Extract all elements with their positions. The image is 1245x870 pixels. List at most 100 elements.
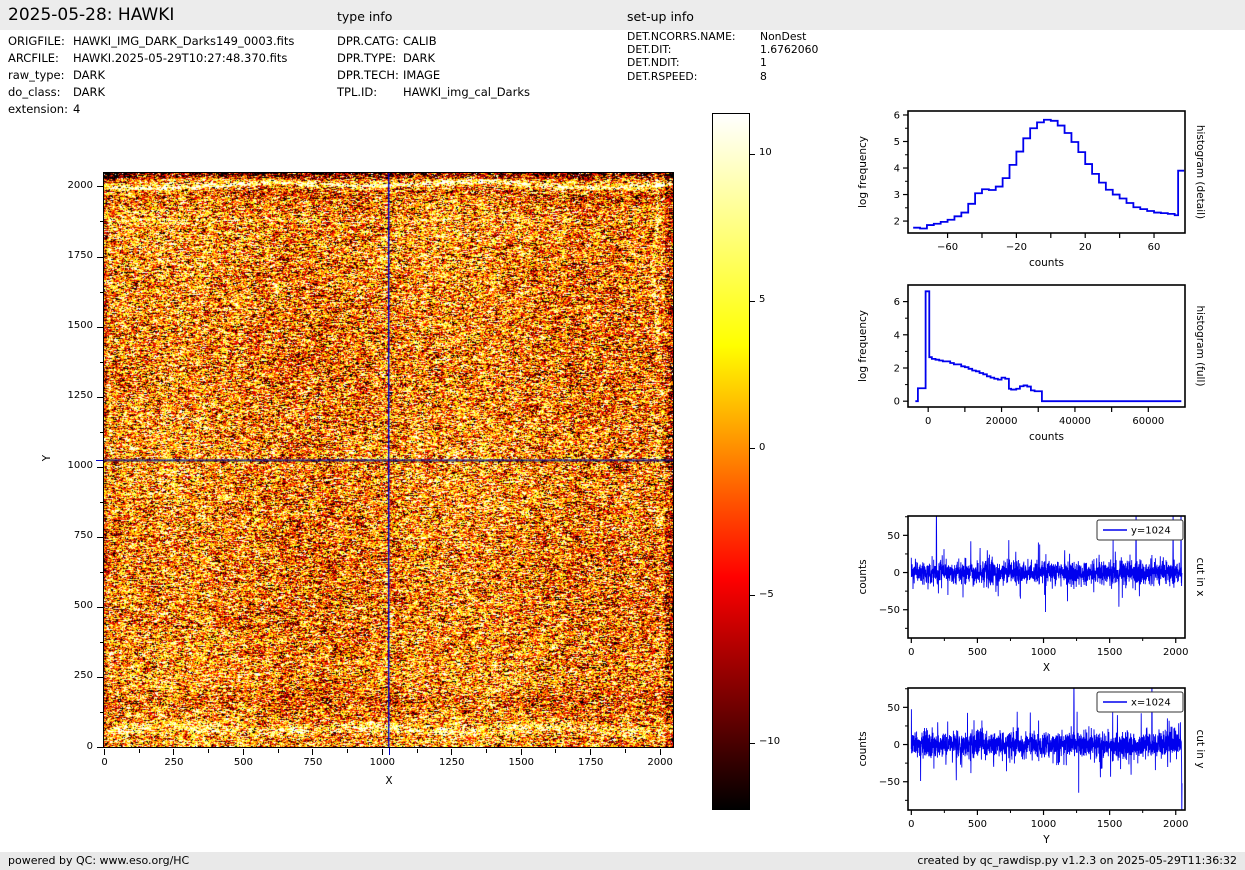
cut_in_x-right-label: cut in x <box>1194 557 1206 596</box>
y-axis-tick <box>97 466 103 468</box>
x-axis-tick-label: 1250 <box>439 757 465 768</box>
colorbar <box>712 113 750 810</box>
file-info-row: extension: 4 <box>8 101 294 118</box>
dpr-tech-label: DPR.TECH: <box>337 68 399 82</box>
svg-text:60000: 60000 <box>1132 416 1164 427</box>
svg-text:0: 0 <box>894 568 900 579</box>
x-axis-tick-label: 0 <box>101 757 108 768</box>
cut_in_y-right-label: cut in y <box>1194 729 1206 768</box>
x-axis-tick-label: 1750 <box>577 757 604 768</box>
svg-text:20: 20 <box>1079 242 1092 253</box>
dit-label: DET.DIT: <box>627 43 672 57</box>
y-axis-tick <box>97 606 103 608</box>
y-axis-tick-label: 250 <box>73 670 93 682</box>
colorbar-tick <box>749 742 755 744</box>
svg-text:2: 2 <box>894 217 900 228</box>
y-axis-tick <box>97 747 103 748</box>
y-axis-minor-tick <box>99 291 103 293</box>
setup-info-row: DET.NCORRS.NAME: NonDest <box>627 30 818 43</box>
y-axis-tick <box>97 536 103 538</box>
dit-value: 1.6762060 <box>760 43 819 57</box>
histogram-detail-chart: −60 −20 20 6023456countslog frequency histog… <box>857 110 1206 269</box>
x-axis-tick <box>451 749 453 755</box>
setup-info-row: DET.RSPEED: 8 <box>627 70 818 83</box>
svg-text:−50: −50 <box>879 605 900 616</box>
histogram_detail-right-label: histogram (detail) <box>1194 125 1206 219</box>
rawtype-value: DARK <box>73 68 106 82</box>
file-info-row: raw_type: DARK <box>8 67 294 84</box>
svg-text:2000: 2000 <box>1163 819 1188 830</box>
type-info-block: DPR.CATG: CALIB DPR.TYPE: DARK DPR.TECH: IM… <box>337 33 530 101</box>
colorbar-tick-label: −10 <box>759 736 781 748</box>
svg-text:60: 60 <box>1148 242 1161 253</box>
svg-text:50: 50 <box>887 703 900 714</box>
x-axis-minor-tick <box>486 749 488 753</box>
colorbar-tick <box>749 595 755 597</box>
y-axis-minor-tick <box>99 501 103 503</box>
svg-text:−50: −50 <box>879 777 900 788</box>
qc-rawdisp-page: 2025-05-28: HAWKI type info set-up info … <box>0 0 1245 870</box>
y-axis-tick-label: 1250 <box>67 390 93 402</box>
x-axis-minor-tick <box>138 749 140 753</box>
svg-text:2000: 2000 <box>1163 647 1188 658</box>
crosshair-x-stub <box>388 748 390 755</box>
doclass-label: do_class: <box>8 85 61 99</box>
arcfile-label: ARCFILE: <box>8 51 59 65</box>
ncorrs-label: DET.NCORRS.NAME: <box>627 30 736 43</box>
rspeed-label: DET.RSPEED: <box>627 69 698 83</box>
cut_in_x-ylabel: counts <box>857 559 869 594</box>
header-bar: 2025-05-28: HAWKI type info set-up info <box>0 0 1245 30</box>
x-axis-tick <box>312 749 314 755</box>
histogram_detail-series <box>913 118 1185 230</box>
extension-value: 4 <box>73 102 81 116</box>
x-axis-tick <box>242 749 244 755</box>
cut_in_y-legend-label: x=1024 <box>1131 698 1171 709</box>
colorbar-tick-label: 5 <box>759 294 766 306</box>
origfile-value: HAWKI_IMG_DARK_Darks149_0003.fits <box>73 34 295 48</box>
svg-text:500: 500 <box>968 647 987 658</box>
x-axis-tick <box>173 749 175 755</box>
svg-text:3: 3 <box>894 190 900 201</box>
detector-x-axis-label: X <box>385 775 393 787</box>
crosshair-y-stub <box>96 460 103 462</box>
cut-in-y-chart: 0 500 1000 1500 2000 −50 0 50 Ycounts cut in y x=1… <box>857 687 1206 846</box>
svg-text:2: 2 <box>894 363 900 374</box>
histogram_full-right-label: histogram (full) <box>1194 306 1206 387</box>
ndit-label: DET.NDIT: <box>627 56 680 70</box>
setup-info-row: DET.DIT: 1.6762060 <box>627 43 818 56</box>
type-info-heading: type info <box>337 9 393 24</box>
setup-info-heading: set-up info <box>627 9 694 24</box>
cut_in_x-legend-label: y=1024 <box>1131 526 1171 537</box>
y-axis-tick-label: 1000 <box>67 460 93 472</box>
svg-text:5: 5 <box>894 137 900 148</box>
histogram_detail-axes <box>907 110 1186 234</box>
x-axis-minor-tick <box>208 749 210 753</box>
y-axis-tick <box>97 256 103 258</box>
svg-text:6: 6 <box>894 110 900 121</box>
y-axis-tick-label: 750 <box>73 530 93 542</box>
x-axis-tick <box>520 749 522 755</box>
type-info-row: DPR.TECH: IMAGE <box>337 67 530 84</box>
svg-text:−20: −20 <box>1006 242 1027 253</box>
setup-info-block: DET.NCORRS.NAME: NonDest DET.DIT: 1.676206… <box>627 30 818 83</box>
x-axis-tick-label: 500 <box>233 757 253 768</box>
x-axis-tick-label: 1500 <box>508 757 534 768</box>
svg-text:1500: 1500 <box>1097 819 1122 830</box>
svg-text:1000: 1000 <box>1031 647 1056 658</box>
y-axis-minor-tick <box>99 361 103 363</box>
x-axis-tick-label: 750 <box>303 757 323 768</box>
x-axis-tick-label: 1000 <box>369 757 396 768</box>
extension-label: extension: <box>8 102 68 116</box>
ndit-value: 1 <box>760 56 767 70</box>
file-info-row: do_class: DARK <box>8 84 294 101</box>
type-info-row: DPR.TYPE: DARK <box>337 50 530 67</box>
dpr-type-label: DPR.TYPE: <box>337 51 397 65</box>
svg-text:20000: 20000 <box>986 416 1018 427</box>
x-axis-tick-label: 2000 <box>647 757 673 768</box>
file-info-row: ARCFILE: HAWKI.2025-05-29T10:27:48.370.fi… <box>8 50 294 67</box>
y-axis-tick-label: 1750 <box>67 250 93 262</box>
cut_in_x-series <box>910 516 1183 613</box>
doclass-value: DARK <box>73 85 106 99</box>
y-axis-minor-tick <box>99 571 103 573</box>
x-axis-tick <box>381 749 383 755</box>
